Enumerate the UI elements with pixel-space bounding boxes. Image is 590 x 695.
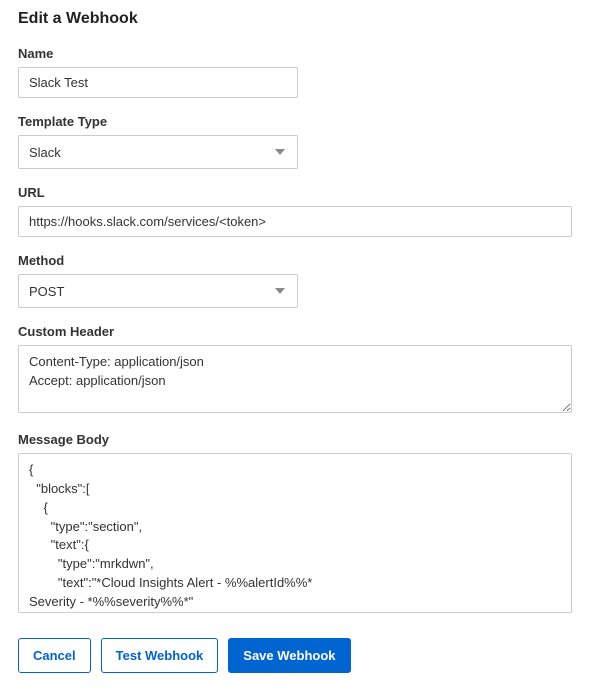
button-row: Cancel Test Webhook Save Webhook bbox=[18, 638, 572, 673]
template-type-value: Slack bbox=[29, 145, 61, 160]
custom-header-label: Custom Header bbox=[18, 324, 572, 339]
method-value: POST bbox=[29, 284, 64, 299]
message-body-field: Message Body bbox=[18, 432, 572, 616]
url-label: URL bbox=[18, 185, 572, 200]
name-label: Name bbox=[18, 46, 572, 61]
url-input[interactable] bbox=[18, 206, 572, 237]
cancel-button[interactable]: Cancel bbox=[18, 638, 91, 673]
chevron-down-icon bbox=[275, 288, 285, 294]
custom-header-input[interactable] bbox=[18, 345, 572, 413]
message-body-input[interactable] bbox=[18, 453, 572, 613]
save-webhook-button[interactable]: Save Webhook bbox=[228, 638, 350, 673]
name-field: Name bbox=[18, 46, 572, 98]
template-type-field: Template Type Slack bbox=[18, 114, 572, 169]
custom-header-field: Custom Header bbox=[18, 324, 572, 416]
page-title: Edit a Webhook bbox=[18, 10, 572, 28]
method-label: Method bbox=[18, 253, 572, 268]
message-body-label: Message Body bbox=[18, 432, 572, 447]
method-field: Method POST bbox=[18, 253, 572, 308]
template-type-select[interactable]: Slack bbox=[18, 135, 298, 169]
url-field: URL bbox=[18, 185, 572, 237]
method-select[interactable]: POST bbox=[18, 274, 298, 308]
chevron-down-icon bbox=[275, 149, 285, 155]
name-input[interactable] bbox=[18, 67, 298, 98]
test-webhook-button[interactable]: Test Webhook bbox=[101, 638, 219, 673]
template-type-label: Template Type bbox=[18, 114, 572, 129]
